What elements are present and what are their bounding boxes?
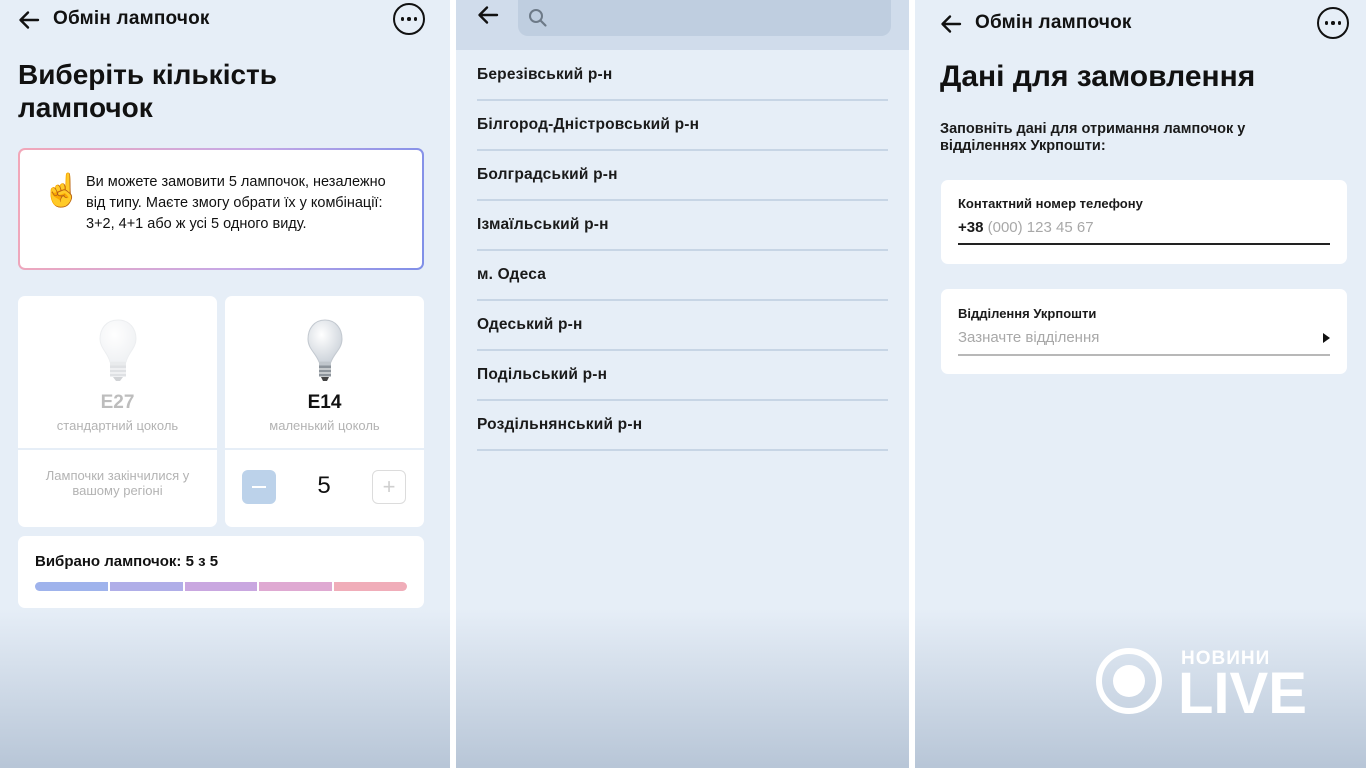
screen-title: Обмін лампочок [53,8,210,29]
quantity-value: 5 [317,472,331,499]
office-field-card: Відділення Укрпошти Зазначте відділення [941,289,1347,374]
district-item[interactable]: м. Одеса [477,251,888,301]
dropdown-arrow-icon[interactable] [1323,333,1330,343]
back-arrow-icon[interactable] [16,7,42,33]
lamp-card-e14: E14 маленький цоколь 5 + [225,296,424,527]
page-title: Дані для замовлення [940,60,1256,93]
divider [18,448,217,450]
bottom-fade [456,608,909,768]
progress-segment [334,582,407,591]
search-input[interactable] [518,0,891,36]
district-select-screen: Березівський р-н Білгород-Дністровський … [456,0,909,768]
progress-segment [35,582,108,591]
search-icon [529,9,547,27]
bulb-e14-icon [306,319,343,381]
phone-prefix: +38 [958,219,984,236]
lamp-subtitle: стандартний цоколь [56,418,179,433]
bottom-fade [0,608,450,768]
progress-segment [184,582,258,591]
screen-title: Обмін лампочок [975,12,1132,33]
page-title: Виберіть кількість лампочок [18,59,277,123]
lamp-code: E14 [307,392,342,413]
selection-progress-bar [35,582,407,591]
progress-segment [109,582,183,591]
pointing-hand-icon: ☝️ [42,172,82,208]
phone-placeholder: (000) 123 45 67 [987,219,1094,236]
top-bar: Обмін лампочок [0,0,450,40]
input-underline [958,354,1330,356]
logo-dot-icon [1113,665,1145,697]
info-card: ☝️ Ви можете замовити 5 лампочок, незале… [18,148,424,270]
lamp-subtitle: маленький цоколь [269,418,380,433]
back-arrow-icon[interactable] [475,2,501,28]
bulb-e27-icon [98,319,137,381]
office-label: Відділення Укрпошти [958,306,1097,321]
input-underline [958,243,1330,245]
district-item[interactable]: Ізмаїльський р-н [477,201,888,251]
out-of-stock-text: Лампочки закінчилися у вашому регіоні [45,468,190,498]
district-item[interactable]: Роздільнянський р-н [477,401,888,451]
top-bar: Обмін лампочок [915,0,1366,40]
district-item[interactable]: Подільський р-н [477,351,888,401]
decrease-button[interactable] [242,470,276,504]
lamp-quantity-screen: Обмін лампочок Виберіть кількість лампоч… [0,0,450,768]
district-item[interactable]: Одеський р-н [477,301,888,351]
logo-big-text: LIVE [1178,661,1307,726]
lamp-code: E27 [100,392,135,413]
divider [225,448,424,450]
search-header [456,0,909,50]
district-item[interactable]: Білгород-Дністровський р-н [477,101,888,151]
info-text: Ви можете замовити 5 лампочок, незалежно… [86,174,386,232]
selected-count-text: Вибрано лампочок: 5 з 5 [35,553,219,570]
selected-summary-card: Вибрано лампочок: 5 з 5 [18,536,424,608]
progress-segment [259,582,333,591]
increase-button[interactable]: + [372,470,406,504]
page-description: Заповніть дані для отримання лампочок у … [940,121,1246,154]
phone-field-card: Контактний номер телефону +38 (000) 123 … [941,180,1347,264]
district-list: Березівський р-н Білгород-Дністровський … [477,51,888,451]
more-options-icon[interactable] [393,3,425,35]
district-item[interactable]: Болградський р-н [477,151,888,201]
back-arrow-icon[interactable] [938,11,964,37]
district-item[interactable]: Березівський р-н [477,51,888,101]
office-select[interactable]: Зазначте відділення [958,329,1330,346]
phone-input[interactable]: +38 (000) 123 45 67 [958,219,1330,236]
phone-label: Контактний номер телефону [958,196,1143,211]
more-options-icon[interactable] [1317,7,1349,39]
minus-icon [252,486,266,488]
lamp-card-e27: E27 стандартний цоколь Лампочки закінчил… [18,296,217,527]
